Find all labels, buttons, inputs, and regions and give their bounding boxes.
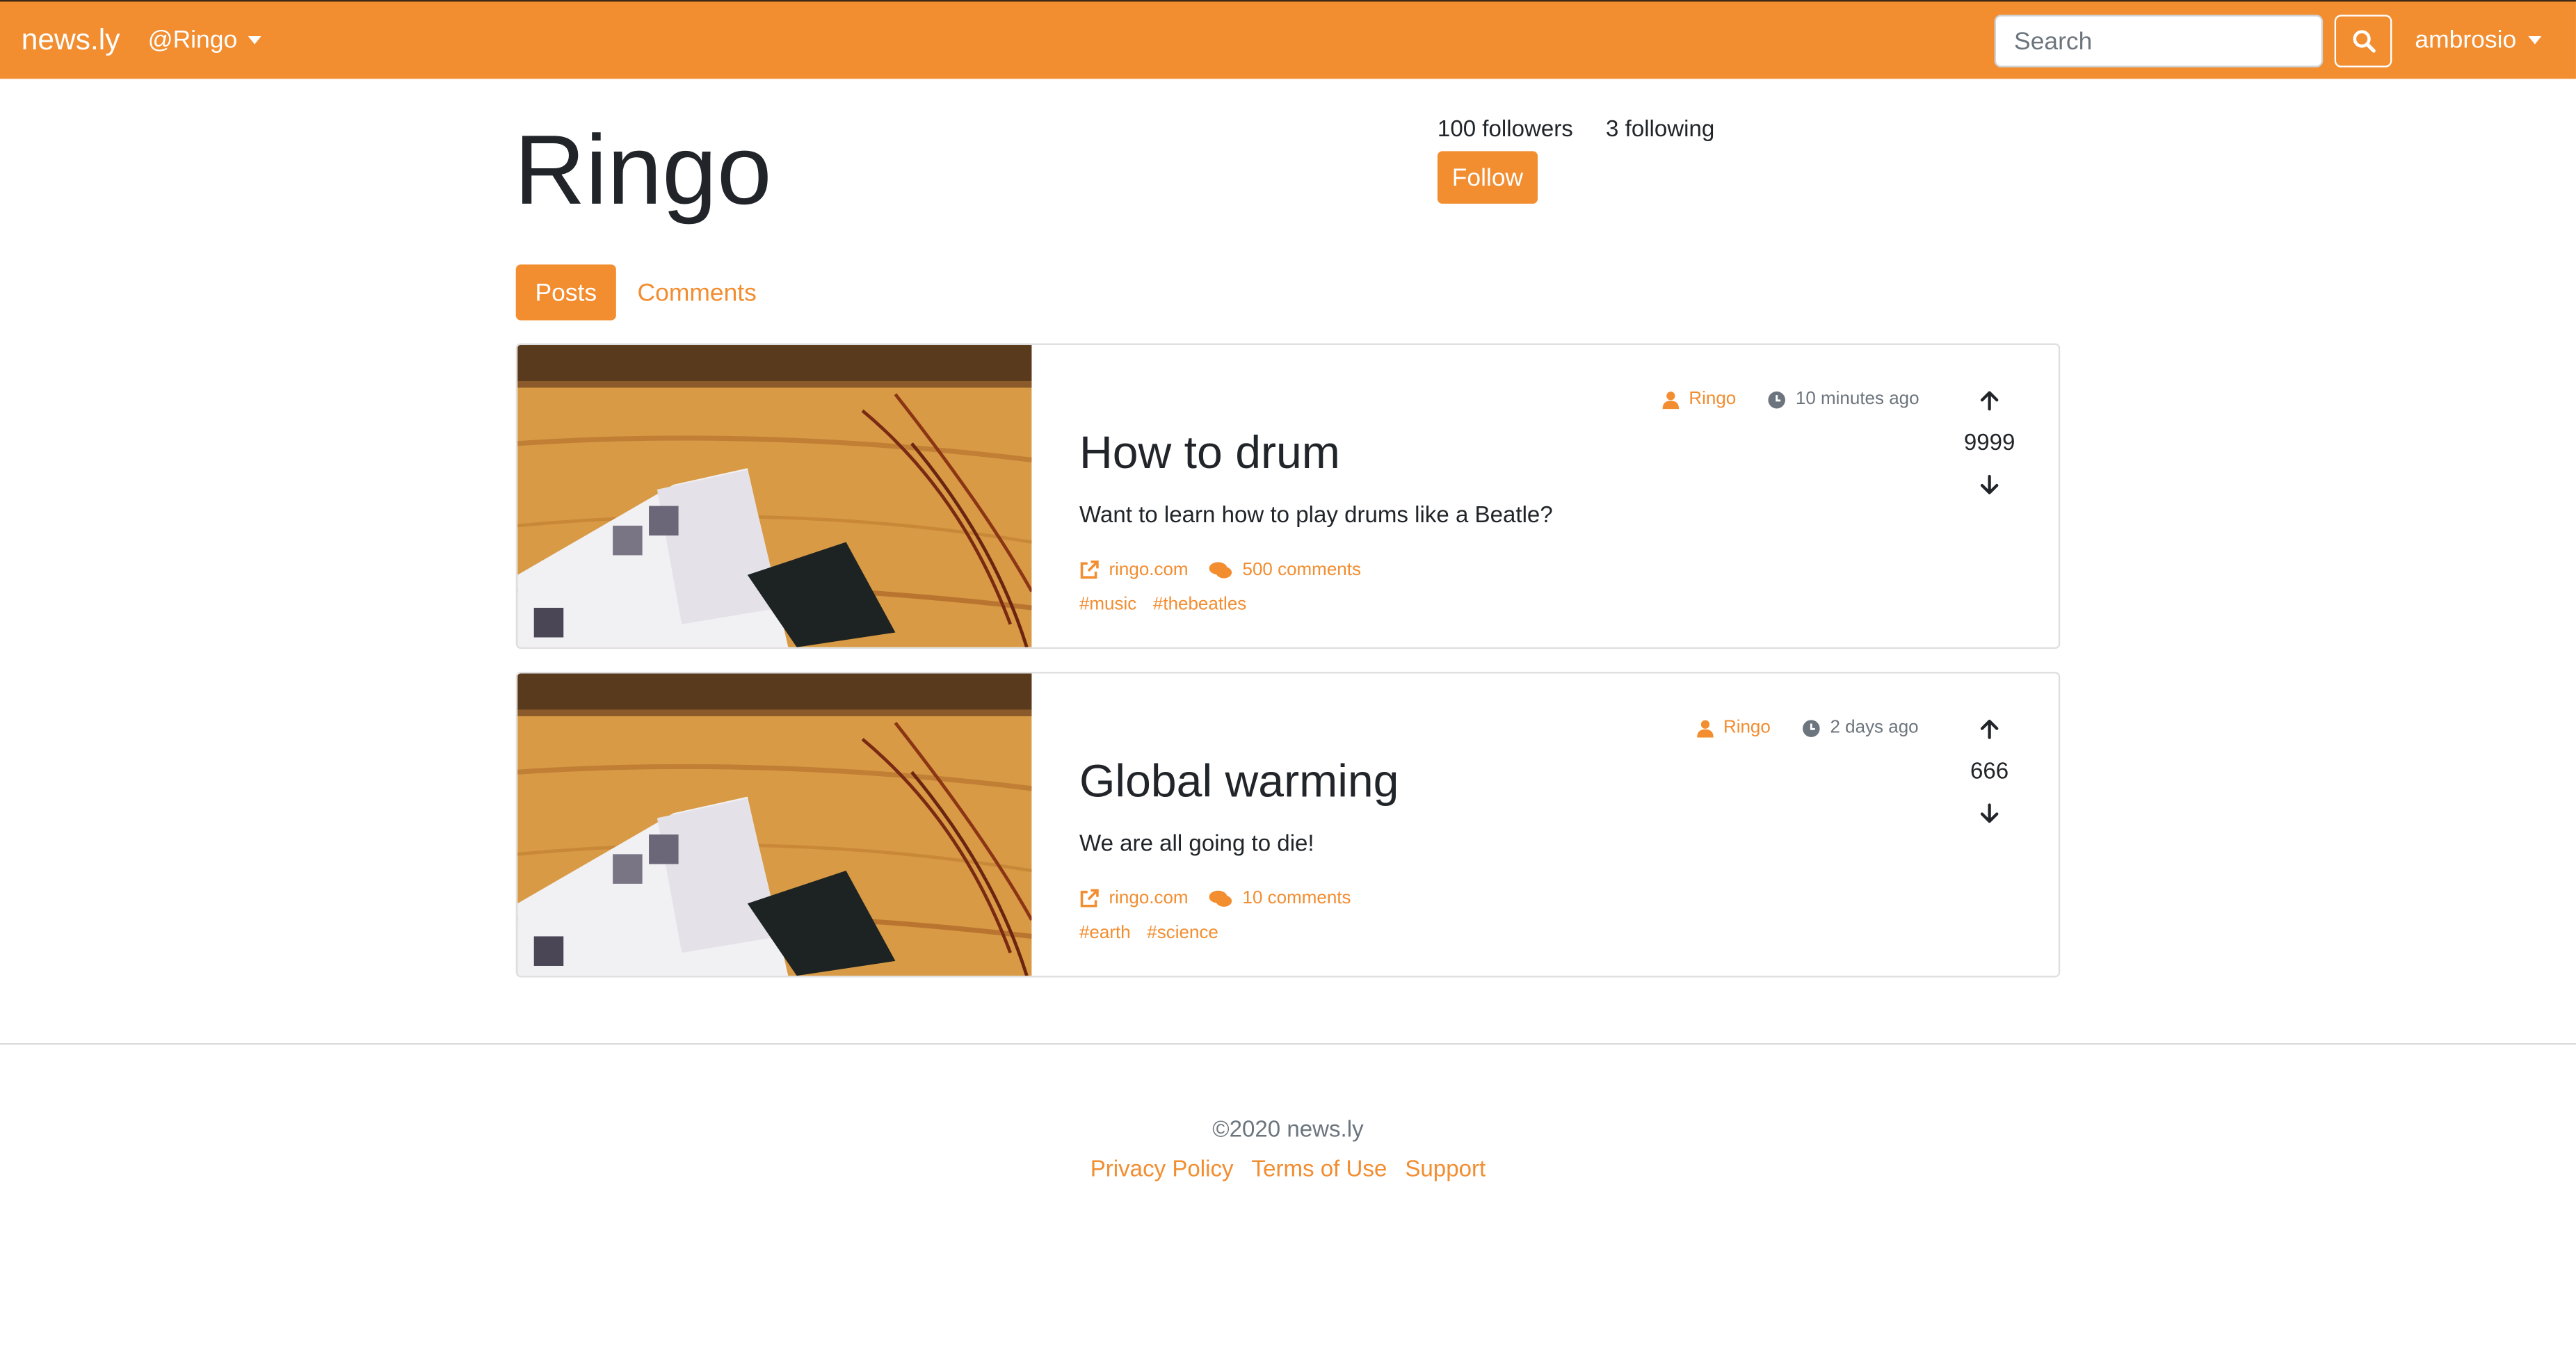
top-navbar: news.ly @Ringo ambrosio <box>0 0 2576 79</box>
post-card: Ringo 2 days ago Global warming We are a… <box>515 672 2061 978</box>
tag-link[interactable]: #earth <box>1079 924 1131 943</box>
post-time-text: 10 minutes ago <box>1795 389 1919 410</box>
post-thumbnail[interactable] <box>517 673 1032 976</box>
upvote-button[interactable] <box>1979 709 1999 745</box>
post-author[interactable]: Ringo <box>1662 389 1737 410</box>
post-comments-text: 10 comments <box>1242 888 1351 909</box>
account-dropdown[interactable]: ambrosio <box>2415 26 2541 54</box>
post-links: ringo.com 10 comments <box>1079 889 1351 908</box>
post-card: Ringo 10 minutes ago How to drum Want to… <box>515 343 2061 650</box>
downvote-button[interactable] <box>1979 467 1999 503</box>
account-dropdown-label: ambrosio <box>2415 26 2517 54</box>
post-summary: We are all going to die! <box>1079 829 1314 856</box>
book-on-wood-image <box>517 345 1032 647</box>
upvote-button[interactable] <box>1979 381 1999 417</box>
arrow-up-icon <box>1980 390 1999 410</box>
profile-stats: 100 followers 3 following <box>1438 115 1714 141</box>
caret-down-icon <box>2527 35 2541 45</box>
tab-comments[interactable]: Comments <box>638 264 757 320</box>
post-thumbnail[interactable] <box>517 345 1032 647</box>
search-input[interactable] <box>1994 15 2324 67</box>
external-link-icon <box>1080 889 1099 908</box>
follow-button[interactable]: Follow <box>1437 151 1538 204</box>
user-icon <box>1697 719 1714 737</box>
post-source-text: ringo.com <box>1109 560 1189 580</box>
downvote-button[interactable] <box>1979 795 1999 831</box>
post-score: 666 <box>1970 757 2009 784</box>
tag-link[interactable]: #music <box>1079 595 1136 614</box>
post-score: 9999 <box>1963 428 2015 455</box>
clock-icon <box>1768 390 1786 408</box>
post-comments-text: 500 comments <box>1242 560 1361 580</box>
post-timestamp: 2 days ago <box>1802 718 1919 738</box>
post-title[interactable]: How to drum <box>1079 427 1340 480</box>
post-comments-link[interactable]: 10 comments <box>1209 889 1351 908</box>
footer-divider <box>0 1042 2576 1045</box>
page: news.ly @Ringo ambrosio Ringo 100 follow… <box>0 0 2576 1363</box>
comments-icon <box>1209 889 1232 906</box>
tab-posts[interactable]: Posts <box>515 264 616 321</box>
post-source-text: ringo.com <box>1109 888 1189 909</box>
profile-name: Ringo <box>514 115 772 225</box>
caret-down-icon <box>248 35 262 45</box>
post-tags: #music #thebeatles <box>1079 595 1246 614</box>
external-link-icon <box>1080 560 1099 579</box>
book-on-wood-image <box>517 673 1032 976</box>
arrow-down-icon <box>1980 474 1999 494</box>
post-author-name: Ringo <box>1689 389 1737 410</box>
post-source-link[interactable]: ringo.com <box>1079 889 1189 908</box>
privacy-policy-link[interactable]: Privacy Policy <box>1090 1155 1234 1181</box>
arrow-down-icon <box>1980 803 1999 823</box>
clock-icon <box>1803 719 1820 736</box>
post-comments-link[interactable]: 500 comments <box>1209 560 1361 580</box>
arrow-up-icon <box>1980 718 1999 739</box>
post-source-link[interactable]: ringo.com <box>1079 560 1189 580</box>
profile-dropdown[interactable]: @Ringo <box>148 26 262 54</box>
post-timestamp: 10 minutes ago <box>1768 389 1919 409</box>
search-button[interactable] <box>2334 15 2392 67</box>
user-icon <box>1662 390 1680 409</box>
support-link[interactable]: Support <box>1405 1155 1486 1181</box>
post-summary: Want to learn how to play drums like a B… <box>1079 501 1553 528</box>
search-icon <box>2352 30 2375 53</box>
comments-icon <box>1209 561 1232 578</box>
followers-count[interactable]: 100 followers <box>1438 115 1573 141</box>
profile-dropdown-label: @Ringo <box>147 26 238 54</box>
brand-logo[interactable]: news.ly <box>22 23 120 58</box>
post-title[interactable]: Global warming <box>1079 756 1399 809</box>
terms-of-use-link[interactable]: Terms of Use <box>1252 1155 1387 1181</box>
vote-widget: 666 <box>1938 709 2040 831</box>
post-author[interactable]: Ringo <box>1697 718 1771 738</box>
tag-link[interactable]: #thebeatles <box>1153 595 1246 614</box>
following-count[interactable]: 3 following <box>1606 115 1714 141</box>
footer-links: Privacy Policy Terms of Use Support <box>0 1155 2576 1181</box>
tag-link[interactable]: #science <box>1147 924 1218 943</box>
post-time-text: 2 days ago <box>1830 718 1919 738</box>
post-author-name: Ringo <box>1723 718 1771 738</box>
post-tags: #earth #science <box>1079 924 1218 943</box>
vote-widget: 9999 <box>1938 381 2040 503</box>
footer-copyright: ©2020 news.ly <box>1212 1115 1364 1142</box>
post-links: ringo.com 500 comments <box>1079 560 1361 580</box>
